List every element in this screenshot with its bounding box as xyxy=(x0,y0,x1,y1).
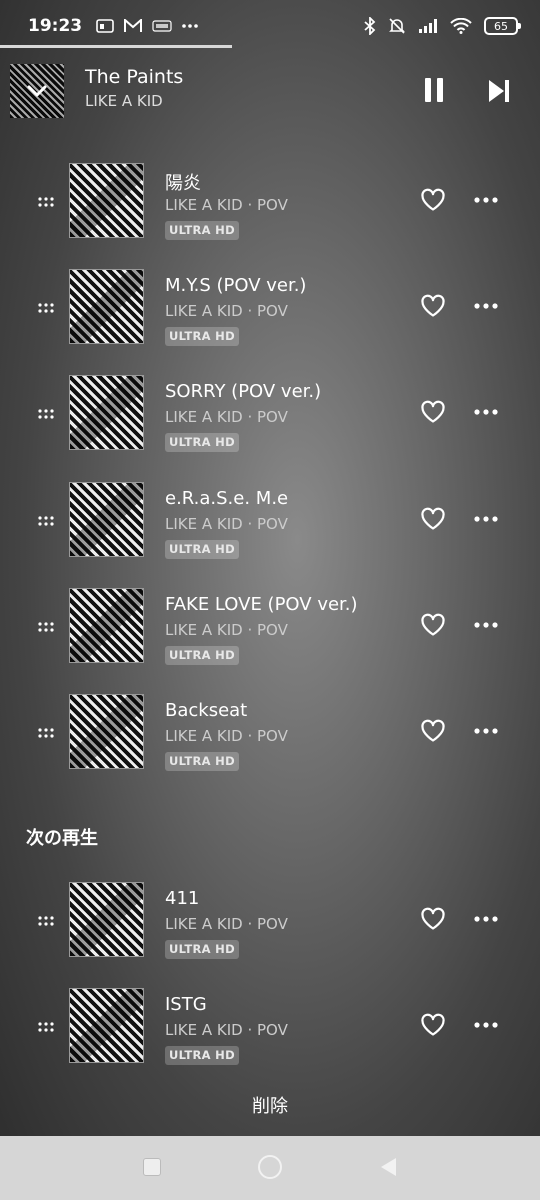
drag-handle-icon[interactable] xyxy=(38,1022,54,1034)
more-dots-icon xyxy=(182,24,198,28)
ultra-hd-badge: ULTRA HD xyxy=(165,327,239,347)
heart-icon[interactable] xyxy=(420,294,446,318)
up-next-heading: 次の再生 xyxy=(26,828,98,849)
track-title: Backseat xyxy=(165,700,248,721)
ultra-hd-badge: ULTRA HD xyxy=(165,1046,239,1065)
track-artwork xyxy=(69,882,144,957)
track-title: ISTG xyxy=(165,994,207,1015)
track-artist-album: LIKE A KID · POV xyxy=(165,620,288,639)
now-playing-title: The Paints xyxy=(85,66,184,88)
track-row[interactable]: FAKE LOVE (POV ver.) LIKE A KID · POV UL… xyxy=(0,587,540,684)
track-title: 陽炎 xyxy=(165,173,201,194)
playback-progress xyxy=(0,45,232,48)
track-title: SORRY (POV ver.) xyxy=(165,381,322,403)
bluetooth-icon xyxy=(364,17,376,35)
drag-handle-icon[interactable] xyxy=(38,916,54,928)
ultra-hd-badge: ULTRA HD xyxy=(165,539,239,559)
drag-handle-icon[interactable] xyxy=(38,303,54,315)
status-time: 19:23 xyxy=(28,16,83,36)
track-title: M.Y.S (POV ver.) xyxy=(165,275,307,297)
app-icon xyxy=(152,20,172,32)
track-artwork xyxy=(69,988,144,1063)
track-artist-album: LIKE A KID · POV xyxy=(165,302,288,321)
signal-icon xyxy=(419,19,437,33)
status-notification-icons xyxy=(96,19,198,33)
gmail-icon xyxy=(124,19,143,32)
recent-apps-icon[interactable] xyxy=(143,1158,161,1176)
track-title: FAKE LOVE (POV ver.) xyxy=(165,593,358,615)
track-artwork xyxy=(69,694,144,769)
track-artist-album: LIKE A KID · POV xyxy=(165,915,288,933)
track-row[interactable]: 411 LIKE A KID · POV ULTRA HD xyxy=(0,882,540,978)
track-row[interactable]: M.Y.S (POV ver.) LIKE A KID · POV ULTRA … xyxy=(0,269,540,365)
track-artist-album: LIKE A KID · POV xyxy=(165,1021,288,1039)
more-options-icon[interactable] xyxy=(474,408,498,416)
wifi-icon xyxy=(450,18,472,34)
more-options-icon[interactable] xyxy=(474,302,498,310)
more-options-icon[interactable] xyxy=(474,196,498,204)
track-title: e.R.a.S.e. M.e xyxy=(165,487,289,509)
ultra-hd-badge: ULTRA HD xyxy=(165,752,239,771)
heart-icon[interactable] xyxy=(420,400,446,424)
track-artist-album: LIKE A KID · POV xyxy=(165,514,288,533)
track-row[interactable]: e.R.a.S.e. M.e LIKE A KID · POV ULTRA HD xyxy=(0,481,540,578)
heart-icon[interactable] xyxy=(420,507,446,531)
more-options-icon[interactable] xyxy=(474,727,498,735)
now-playing-artist: LIKE A KID xyxy=(85,92,163,110)
drag-handle-icon[interactable] xyxy=(38,515,54,528)
drag-handle-icon[interactable] xyxy=(38,197,54,209)
ultra-hd-badge: ULTRA HD xyxy=(165,221,239,240)
heart-icon[interactable] xyxy=(420,1013,446,1037)
more-options-icon[interactable] xyxy=(474,621,498,629)
ultra-hd-badge: ULTRA HD xyxy=(165,940,239,959)
drag-handle-icon[interactable] xyxy=(38,409,54,421)
track-title: 411 xyxy=(165,888,200,909)
silent-bell-icon xyxy=(389,18,405,34)
home-icon[interactable] xyxy=(258,1155,282,1179)
more-options-icon[interactable] xyxy=(474,515,498,523)
back-icon[interactable] xyxy=(378,1156,398,1178)
heart-icon[interactable] xyxy=(420,613,446,637)
skip-next-icon[interactable] xyxy=(484,76,514,106)
track-row[interactable]: ISTG LIKE A KID · POV ULTRA HD xyxy=(0,988,540,1084)
heart-icon[interactable] xyxy=(420,719,446,743)
track-artist-album: LIKE A KID · POV xyxy=(165,408,288,427)
track-artwork xyxy=(69,587,144,663)
drag-handle-icon[interactable] xyxy=(38,728,54,740)
track-row[interactable]: 陽炎 LIKE A KID · POV ULTRA HD xyxy=(0,163,540,259)
track-artist-album: LIKE A KID · POV xyxy=(165,196,288,214)
ultra-hd-badge: ULTRA HD xyxy=(165,645,239,665)
delete-button[interactable]: 削除 xyxy=(0,1092,540,1118)
more-options-icon[interactable] xyxy=(474,915,498,923)
heart-icon[interactable] xyxy=(420,188,446,212)
pause-icon[interactable] xyxy=(418,74,450,106)
track-artwork xyxy=(69,163,144,238)
status-system-icons: 65 xyxy=(364,17,521,35)
drag-handle-icon[interactable] xyxy=(38,622,54,634)
track-artwork xyxy=(69,375,144,451)
more-options-icon[interactable] xyxy=(474,1021,498,1029)
battery-indicator: 65 xyxy=(484,17,521,35)
heart-icon[interactable] xyxy=(420,907,446,931)
now-playing-bar[interactable]: The Paints LIKE A KID xyxy=(0,58,540,130)
track-artwork xyxy=(69,481,144,557)
track-row[interactable]: Backseat LIKE A KID · POV ULTRA HD xyxy=(0,694,540,790)
track-artist-album: LIKE A KID · POV xyxy=(165,727,288,745)
system-nav-bar xyxy=(0,1136,540,1200)
collapse-chevron-icon[interactable] xyxy=(10,64,64,118)
ultra-hd-badge: ULTRA HD xyxy=(165,433,239,453)
track-row[interactable]: SORRY (POV ver.) LIKE A KID · POV ULTRA … xyxy=(0,375,540,471)
cast-icon xyxy=(96,19,114,33)
track-artwork xyxy=(69,269,144,345)
